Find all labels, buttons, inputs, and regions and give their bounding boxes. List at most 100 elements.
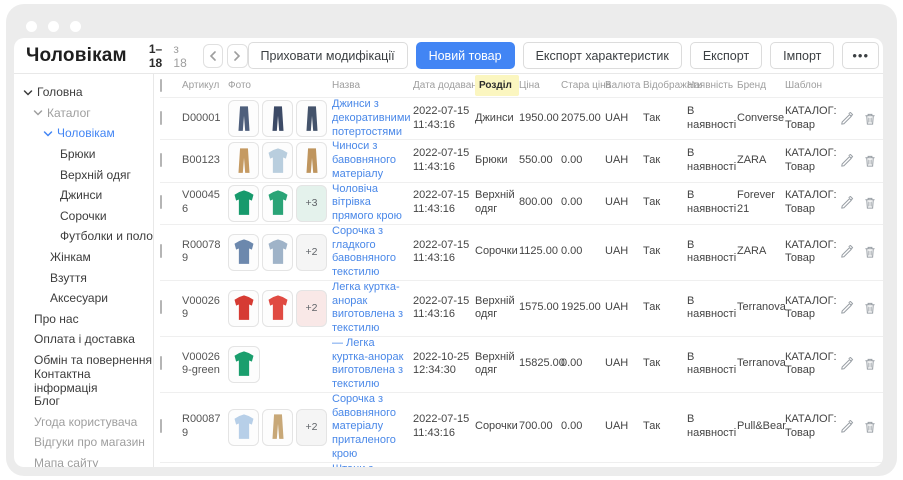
sidebar-item[interactable]: Аксесуари [14, 288, 153, 309]
old-price-cell: 0.00 [561, 196, 605, 210]
product-photo-top[interactable] [228, 346, 260, 383]
product-photo-pants[interactable] [262, 100, 293, 137]
product-photo-top[interactable] [262, 290, 293, 327]
product-photo-top[interactable] [262, 234, 293, 271]
sidebar-item[interactable]: Взуття [14, 267, 153, 288]
product-name-link[interactable]: Чиноси з бавовняного матеріалу [332, 140, 396, 180]
more-photos-badge[interactable]: +2 [296, 409, 327, 446]
row-checkbox[interactable] [160, 419, 162, 433]
edit-icon[interactable] [840, 245, 854, 259]
pants-icon [231, 104, 257, 134]
delete-icon[interactable] [863, 196, 877, 210]
product-name-link[interactable]: Сорочка з бавовняного матеріалу притален… [332, 393, 396, 460]
product-name-link[interactable]: — Легка куртка-анорак виготовлена з текс… [332, 337, 403, 390]
edit-icon[interactable] [840, 420, 854, 434]
toolbar-button-2[interactable]: Експорт характеристик [523, 42, 682, 69]
product-photo-top[interactable] [228, 234, 259, 271]
sidebar-item[interactable]: Про нас [14, 309, 153, 330]
toolbar-button-4[interactable]: Імпорт [770, 42, 834, 69]
date-cell: 2022-07-15 11:43:16 [413, 239, 475, 267]
product-name-link[interactable]: Штани з бавовняного матеріалу прямого кр… [332, 463, 402, 468]
product-photo-pants[interactable] [228, 142, 259, 179]
product-photo-top[interactable] [228, 409, 259, 446]
old-price-cell: 0.00 [561, 154, 605, 168]
sidebar-item[interactable]: Сорочки [14, 206, 153, 227]
next-page-button[interactable] [227, 44, 248, 68]
window-maximize-icon[interactable] [70, 21, 81, 32]
edit-icon[interactable] [840, 112, 854, 126]
product-photo-pants[interactable] [296, 142, 327, 179]
product-photo-top[interactable] [228, 185, 259, 222]
actions-cell [843, 357, 883, 371]
product-photo-top[interactable] [228, 290, 259, 327]
window-close-icon[interactable] [26, 21, 37, 32]
row-checkbox[interactable] [160, 153, 162, 167]
select-all-checkbox[interactable] [160, 79, 162, 92]
actions-cell [843, 245, 883, 259]
sidebar-item[interactable]: Каталог [14, 103, 153, 124]
column-header-brand: Бренд [737, 80, 785, 91]
row-checkbox[interactable] [160, 244, 162, 258]
edit-icon[interactable] [840, 357, 854, 371]
delete-icon[interactable] [863, 112, 877, 126]
product-photo-top[interactable] [262, 185, 293, 222]
photos-cell [228, 100, 332, 137]
more-photos-badge[interactable]: +3 [296, 185, 327, 222]
row-checkbox[interactable] [160, 356, 162, 370]
table-row: V000269-green— Легка куртка-анорак вигот… [160, 336, 883, 392]
column-header-select[interactable] [160, 80, 182, 91]
delete-icon[interactable] [863, 357, 877, 371]
sidebar-item[interactable]: Мапа сайту [14, 453, 153, 467]
delete-icon[interactable] [863, 301, 877, 315]
column-header-display: Відображати [643, 80, 687, 91]
garment-icon [265, 293, 291, 323]
prev-page-button[interactable] [203, 44, 224, 68]
product-photo-pants[interactable] [262, 409, 293, 446]
product-photo-top[interactable] [262, 142, 293, 179]
section-cell: Верхній одяг [475, 295, 519, 323]
edit-icon[interactable] [840, 196, 854, 210]
currency-cell: UAH [605, 196, 643, 210]
product-photo-pants[interactable] [296, 100, 327, 137]
availability-cell: В наявності [687, 295, 737, 323]
toolbar-button-0[interactable]: Приховати модифікації [248, 42, 408, 69]
sidebar-item[interactable]: Головна [14, 82, 153, 103]
price-cell: 1950.00 [519, 112, 561, 126]
sidebar-item-label: Обмін та повернення [34, 353, 152, 367]
delete-icon[interactable] [863, 420, 877, 434]
row-checkbox[interactable] [160, 111, 162, 125]
sidebar-item[interactable]: Чоловікам [14, 123, 153, 144]
sidebar-item[interactable]: Джинси [14, 185, 153, 206]
sidebar-item[interactable]: Відгуки про магазин [14, 432, 153, 453]
edit-icon[interactable] [840, 301, 854, 315]
name-cell: Чиноси з бавовняного матеріалу [332, 140, 413, 181]
template-cell: КАТАЛОГ: Товар [785, 295, 843, 323]
row-checkbox[interactable] [160, 195, 162, 209]
name-cell: Сорочка з гладкого бавовняного текстилю [332, 225, 413, 280]
product-name-link[interactable]: Сорочка з гладкого бавовняного текстилю [332, 225, 396, 278]
product-name-link[interactable]: Чоловіча вітрівка прямого крою [332, 183, 402, 223]
more-actions-button[interactable]: ••• [842, 42, 879, 69]
delete-icon[interactable] [863, 245, 877, 259]
more-photos-badge[interactable]: +2 [296, 290, 327, 327]
window-minimize-icon[interactable] [48, 21, 59, 32]
sidebar-item[interactable]: Брюки [14, 144, 153, 165]
row-checkbox[interactable] [160, 300, 162, 314]
sidebar-item[interactable]: Футболки и поло [14, 226, 153, 247]
article-cell: R000789 [182, 239, 228, 267]
sidebar-item[interactable]: Оплата і доставка [14, 329, 153, 350]
sidebar-item[interactable]: Верхній одяг [14, 164, 153, 185]
sidebar-item[interactable]: Жінкам [14, 247, 153, 268]
product-name-link[interactable]: Джинси з декоративними потертостями [332, 98, 411, 138]
actions-cell [843, 301, 883, 315]
more-photos-badge[interactable]: +2 [296, 234, 327, 271]
product-name-link[interactable]: Легка куртка-анорак виготовлена з тексти… [332, 281, 403, 334]
product-photo-pants[interactable] [228, 100, 259, 137]
sidebar-item[interactable]: Контактна інформація [14, 370, 153, 391]
edit-icon[interactable] [840, 154, 854, 168]
sidebar-item[interactable]: Угода користувача [14, 412, 153, 433]
new-product-button[interactable]: Новий товар [416, 42, 515, 69]
delete-icon[interactable] [863, 154, 877, 168]
column-header-section[interactable]: Розділ [475, 75, 519, 96]
toolbar-button-3[interactable]: Експорт [690, 42, 762, 69]
